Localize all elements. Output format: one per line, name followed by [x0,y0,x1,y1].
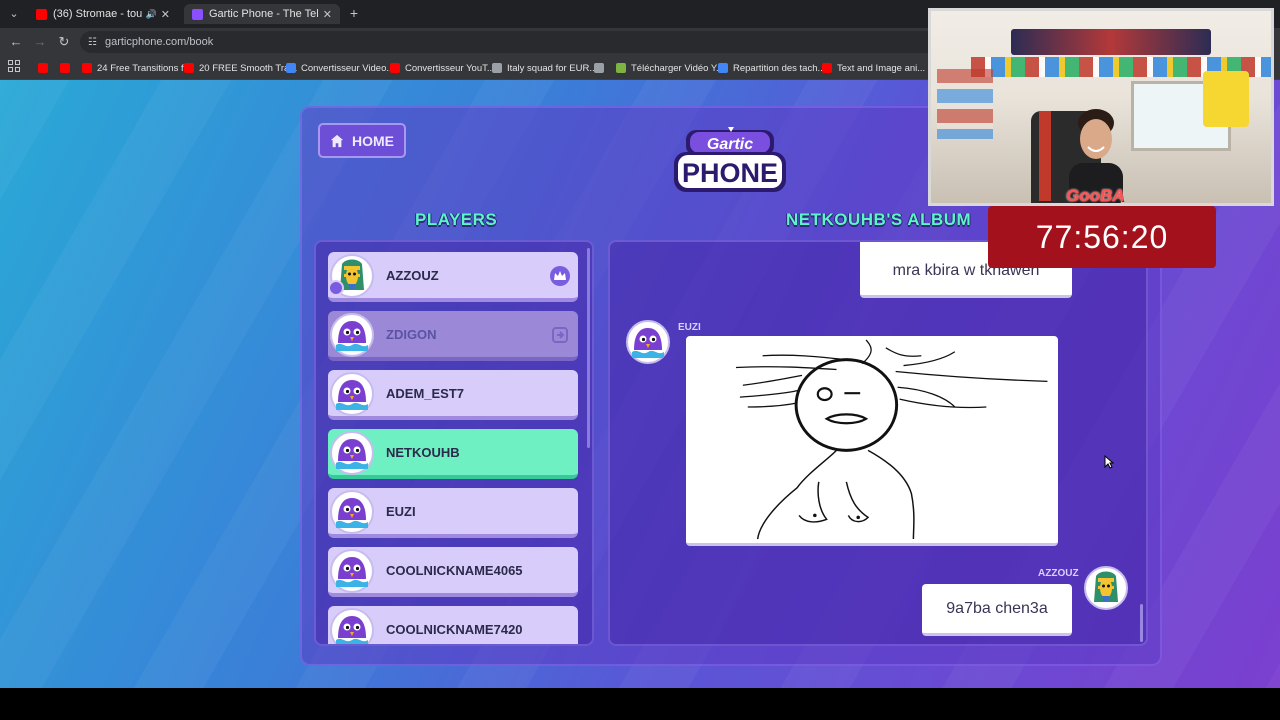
azzouz-avatar-pharaoh [1084,566,1128,610]
player-row-zdigon[interactable]: ZDIGON [328,311,578,361]
bookmark-item[interactable] [38,60,53,76]
bookmark-favicon-icon [594,63,604,73]
player-name: EUZI [386,504,416,519]
bookmark-label: Convertisseur YouT... [405,62,495,74]
bookmark-item[interactable] [594,60,609,76]
home-icon [330,134,344,147]
euzi-avatar-bird [626,320,670,364]
album-heading: NETKOUHB'S ALBUM [786,210,972,229]
player-avatar-bird [330,549,374,593]
home-label: HOME [352,132,394,149]
gartic-phone-logo: Gartic PHONE [672,126,788,194]
bookmark-favicon-icon [492,63,502,73]
new-tab-plus-icon[interactable]: + [346,5,362,21]
reply-author: AZZOUZ [1038,568,1079,579]
bookmark-label: Italy squad for EUR... [507,62,598,74]
player-avatar-bird [330,372,374,416]
bookmark-item[interactable]: Convertisseur YouT... [390,60,495,76]
bookmark-label: Convertisseur Video... [301,62,395,74]
players-panel: AZZOUZ ZDIGON ADEM_EST7 NETKOUHB EUZI CO… [314,240,594,646]
reload-icon[interactable]: ↻ [56,34,72,50]
tab-youtube[interactable]: (36) Stromae - tous les mêmes 🔊 ✕ [28,4,178,24]
player-row-netkouhb[interactable]: NETKOUHB [328,429,578,479]
bookmark-favicon-icon [82,63,92,73]
home-button[interactable]: HOME [318,123,406,158]
player-avatar-bird [330,431,374,475]
player-name: COOLNICKNAME7420 [386,622,523,637]
bookmark-favicon-icon [60,63,70,73]
url-text: garticphone.com/book [104,36,214,48]
player-row-coolnickname7420[interactable]: COOLNICKNAME7420 [328,606,578,644]
tab-title: Gartic Phone - The Telephone Game [209,8,319,20]
tab-search-chevron-icon[interactable]: ⌄ [6,6,22,22]
drawing-author: EUZI [678,322,701,333]
player-avatar-bird [330,313,374,357]
bookmark-favicon-icon [616,63,626,73]
bookmark-favicon-icon [822,63,832,73]
logo-text-bottom: PHONE [682,158,778,188]
bookmark-item[interactable]: Repartition des tach... [718,60,825,76]
album-scrollbar[interactable] [1140,604,1143,642]
apps-grid-icon[interactable] [8,60,20,72]
player-row-euzi[interactable]: EUZI [328,488,578,538]
youtube-favicon-icon [36,8,47,20]
player-row-coolnickname4065[interactable]: COOLNICKNAME4065 [328,547,578,597]
bookmark-item[interactable]: 20 FREE Smooth Tra... [184,60,297,76]
bookmark-label: 20 FREE Smooth Tra... [199,62,298,74]
bookmark-favicon-icon [286,63,296,73]
player-name: ZDIGON [386,327,437,342]
bookmark-item[interactable]: Italy squad for EUR... [492,60,597,76]
players-heading: PLAYERS [415,210,498,229]
back-arrow-icon[interactable]: ← [8,34,24,50]
player-row-azzouz[interactable]: AZZOUZ [328,252,578,302]
album-panel: mra kbira w tkhawen EUZI AZZOUZ 9a7ba ch… [608,240,1148,646]
album-reply-bubble: 9a7ba chen3a [922,584,1072,636]
stream-timer: 77:56:20 [988,206,1216,268]
tab-gartic-phone[interactable]: Gartic Phone - The Telephone Game ✕ [184,4,340,24]
player-avatar-bird [330,608,374,644]
bookmark-favicon-icon [184,63,194,73]
bookmark-favicon-icon [718,63,728,73]
bookmark-item[interactable]: Télécharger Vidéo Y... [616,60,724,76]
streamer-name: GooBA [1066,186,1125,205]
player-avatar-bird [330,490,374,534]
site-info-icon[interactable]: ☷ [88,37,97,48]
crown-icon [550,266,570,286]
logo-text-top: Gartic [707,136,753,153]
bookmark-label: Repartition des tach... [733,62,826,74]
address-bar[interactable]: ☷ garticphone.com/book [80,31,940,53]
mouse-cursor-icon [1104,455,1114,469]
gartic-favicon-icon [192,8,203,20]
album-drawing [686,336,1058,546]
player-name: NETKOUHB [386,445,460,460]
player-name: COOLNICKNAME4065 [386,563,523,578]
players-scrollbar[interactable] [587,248,590,448]
bookmark-label: Télécharger Vidéo Y... [631,62,724,74]
close-tab-icon[interactable]: ✕ [161,8,170,21]
bottom-black-bar [0,688,1280,720]
player-name: AZZOUZ [386,268,439,283]
player-name: ADEM_EST7 [386,386,465,401]
bookmark-item[interactable]: 24 Free Transitions f... [82,60,192,76]
speaker-icon[interactable]: 🔊 [146,9,157,20]
tab-title: (36) Stromae - tous les mêmes [53,8,142,20]
forward-arrow-icon[interactable]: → [32,34,48,50]
bookmark-item[interactable] [60,60,75,76]
close-tab-icon[interactable]: ✕ [323,8,332,21]
face-sketch-drawing [735,339,1048,540]
bookmark-favicon-icon [390,63,400,73]
bookmark-item[interactable]: Convertisseur Video... [286,60,394,76]
bookmark-item[interactable]: Text and Image ani... [822,60,925,76]
bookmark-favicon-icon [38,63,48,73]
webcam-overlay [928,8,1274,206]
bookmark-label: Text and Image ani... [837,62,926,74]
user-icon [328,280,344,296]
bookmark-label: 24 Free Transitions f... [97,62,192,74]
player-row-adem-est7[interactable]: ADEM_EST7 [328,370,578,420]
exit-door-icon [550,325,570,345]
